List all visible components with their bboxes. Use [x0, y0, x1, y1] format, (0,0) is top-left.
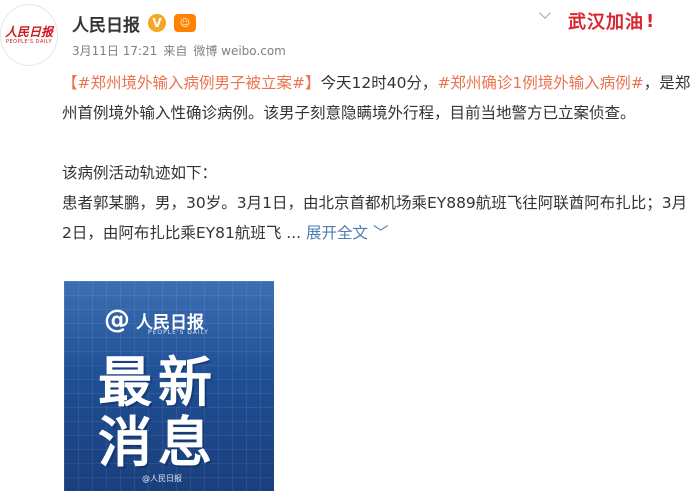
post-text-3: 该病例活动轨迹如下： — [62, 164, 218, 182]
source-prefix: 来自 — [163, 44, 188, 58]
wuhan-badge: 武汉加油 ! — [568, 4, 692, 38]
post-paragraph-1: 【#郑州境外输入病例男子被立案#】今天12时40分，#郑州确诊1例境外输入病例#… — [62, 68, 696, 128]
post-text-1: 今天12时40分， — [320, 74, 438, 92]
verified-icon[interactable]: V — [148, 14, 166, 32]
image-watermark: @人民日报 — [142, 474, 182, 483]
post-image[interactable]: @ 人民日报 PEOPLE'S DAILY 最新 消息 @人民日报 — [64, 281, 274, 491]
image-headline-line-2: 消息 — [98, 411, 218, 474]
post-menu-chevron-icon[interactable] — [539, 7, 551, 19]
post-paragraph-3: 患者郭某鹏，男，30岁。3月1日，由北京首都机场乘EY889航班飞往阿联酋阿布扎… — [62, 188, 696, 248]
post-paragraph-2: 该病例活动轨迹如下： — [62, 158, 696, 188]
hashtag-link-2[interactable]: #郑州确诊1例境外输入病例# — [437, 74, 643, 92]
image-headline: 最新 消息 — [98, 353, 238, 473]
image-headline-line-1: 最新 — [98, 351, 218, 414]
badge-exclaim: ! — [646, 10, 656, 32]
chevron-down-icon[interactable]: ﹀ — [373, 224, 389, 242]
avatar[interactable]: 人民日报 PEOPLE'S DAILY — [0, 4, 58, 66]
truncation-ellipsis: ... — [281, 224, 306, 242]
image-logo-subtitle: PEOPLE'S DAILY — [148, 329, 209, 336]
post-source-link[interactable]: 微博 weibo.com — [193, 42, 286, 59]
member-icon[interactable]: ☺ — [174, 14, 196, 32]
badge-text: 武汉加油 — [568, 12, 644, 33]
username-link[interactable]: 人民日报 — [72, 11, 140, 36]
avatar-logo-subtitle: PEOPLE'S DAILY — [5, 38, 53, 45]
post-body: 【#郑州境外输入病例男子被立案#】今天12时40分，#郑州确诊1例境外输入病例#… — [62, 68, 696, 248]
post-meta: 3月11日 17:21 来自 微博 weibo.com — [72, 42, 286, 59]
avatar-logo-text: 人民日报 — [4, 24, 53, 39]
expand-full-text-link[interactable]: 展开全文 — [306, 224, 368, 242]
post-timestamp[interactable]: 3月11日 17:21 — [72, 42, 157, 59]
user-row: 人民日报 V ☺ — [72, 10, 196, 36]
at-icon: @ — [104, 305, 130, 335]
hashtag-link-1[interactable]: 【#郑州境外输入病例男子被立案#】 — [62, 74, 320, 92]
